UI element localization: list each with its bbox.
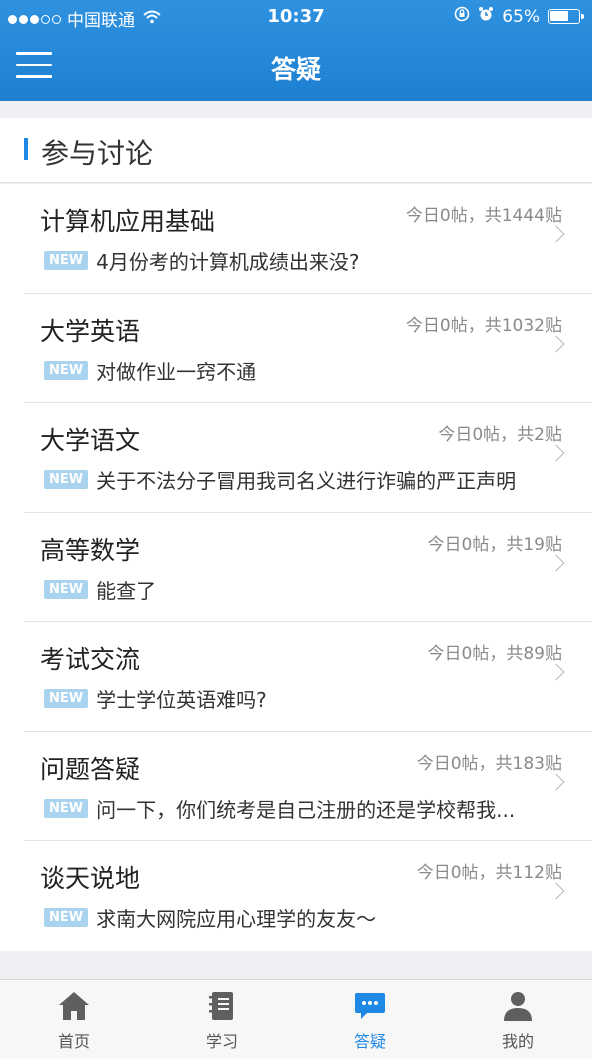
latest-post-title: 求南大网院应用心理学的友友～ bbox=[96, 907, 377, 931]
person-icon bbox=[501, 990, 535, 1022]
latest-post: NEW 学士学位英语难吗? bbox=[44, 684, 564, 713]
forum-list: 计算机应用基础 今日0帖，共1444贴 NEW 4月份考的计算机成绩出来没? 大… bbox=[0, 184, 592, 951]
tab-notebook[interactable]: 学习 bbox=[148, 980, 296, 1059]
new-badge: NEW bbox=[44, 579, 89, 599]
alarm-icon bbox=[478, 6, 494, 27]
chevron-right-icon bbox=[547, 444, 565, 462]
forum-list-item[interactable]: 问题答疑 今日0帖，共183贴 NEW 问一下，你们统考是自己注册的还是学校帮我… bbox=[24, 732, 592, 841]
section-accent-bar bbox=[24, 138, 28, 160]
section-header: 参与讨论 bbox=[0, 118, 592, 183]
forum-post-stats: 今日0帖，共1032贴 bbox=[405, 315, 562, 336]
latest-post-title: 学士学位英语难吗? bbox=[96, 688, 267, 712]
forum-name: 问题答疑 bbox=[40, 754, 141, 784]
tab-label: 首页 bbox=[57, 1032, 90, 1051]
forum-name: 高等数学 bbox=[40, 535, 141, 565]
forum-post-stats: 今日0帖，共19贴 bbox=[427, 534, 562, 555]
bottom-tab-bar: 首页 学习 答疑 我的 bbox=[0, 979, 592, 1059]
new-badge: NEW bbox=[44, 251, 89, 270]
chevron-right-icon bbox=[547, 554, 565, 571]
forum-list-item[interactable]: 考试交流 今日0帖，共89贴 NEW 学士学位英语难吗? bbox=[24, 622, 592, 732]
latest-post-title: 对做作业一窍不通 bbox=[96, 359, 257, 384]
battery-icon bbox=[548, 9, 584, 24]
latest-post-title: 问一下，你们统考是自己注册的还是学校帮我... bbox=[96, 797, 516, 822]
latest-post-title: 能查了 bbox=[96, 578, 157, 603]
forum-post-stats: 今日0帖，共112贴 bbox=[416, 863, 562, 883]
latest-post: NEW 能查了 bbox=[44, 575, 564, 604]
tab-home[interactable]: 首页 bbox=[0, 980, 148, 1059]
new-badge: NEW bbox=[44, 360, 89, 380]
new-badge: NEW bbox=[44, 908, 89, 927]
home-icon bbox=[57, 990, 91, 1022]
latest-post: NEW 对做作业一窍不通 bbox=[44, 356, 564, 385]
chevron-right-icon bbox=[547, 225, 565, 243]
chevron-right-icon bbox=[547, 663, 565, 681]
chevron-right-icon bbox=[547, 335, 565, 352]
forum-name: 考试交流 bbox=[40, 645, 141, 674]
page-title: 答疑 bbox=[270, 55, 321, 84]
latest-post: NEW 4月份考的计算机成绩出来没? bbox=[44, 246, 564, 275]
latest-post-title: 4月份考的计算机成绩出来没? bbox=[96, 250, 360, 274]
rotation-lock-icon bbox=[454, 6, 470, 27]
forum-name: 计算机应用基础 bbox=[40, 207, 216, 236]
battery-percent: 65% bbox=[502, 6, 540, 27]
chevron-right-icon bbox=[547, 773, 565, 790]
new-badge: NEW bbox=[44, 798, 89, 818]
latest-post: NEW 问一下，你们统考是自己注册的还是学校帮我... bbox=[44, 794, 564, 823]
status-bar: 中国联通 10:37 65% bbox=[0, 0, 592, 34]
forum-post-stats: 今日0帖，共1444贴 bbox=[405, 206, 562, 226]
forum-post-stats: 今日0帖，共2贴 bbox=[438, 425, 562, 445]
latest-post: NEW 关于不法分子冒用我司名义进行诈骗的严正声明 bbox=[44, 465, 564, 494]
tab-label: 学习 bbox=[205, 1032, 238, 1051]
section-title: 参与讨论 bbox=[41, 137, 154, 170]
forum-name: 谈天说地 bbox=[40, 864, 141, 893]
tab-label: 答疑 bbox=[353, 1032, 386, 1051]
forum-post-stats: 今日0帖，共183贴 bbox=[416, 753, 562, 774]
forum-list-item[interactable]: 大学语文 今日0帖，共2贴 NEW 关于不法分子冒用我司名义进行诈骗的严正声明 bbox=[24, 403, 592, 513]
tab-chat-bubble[interactable]: 答疑 bbox=[296, 980, 444, 1059]
chevron-right-icon bbox=[547, 882, 565, 900]
new-badge: NEW bbox=[44, 470, 89, 489]
forum-list-item[interactable]: 谈天说地 今日0帖，共112贴 NEW 求南大网院应用心理学的友友～ bbox=[24, 841, 592, 951]
forum-list-item[interactable]: 大学英语 今日0帖，共1032贴 NEW 对做作业一窍不通 bbox=[24, 294, 592, 403]
forum-list-item[interactable]: 高等数学 今日0帖，共19贴 NEW 能查了 bbox=[24, 513, 592, 622]
tab-label: 我的 bbox=[501, 1032, 534, 1051]
notebook-icon bbox=[205, 990, 239, 1022]
forum-post-stats: 今日0帖，共89贴 bbox=[427, 644, 562, 664]
latest-post: NEW 求南大网院应用心理学的友友～ bbox=[44, 903, 564, 932]
forum-name: 大学语文 bbox=[40, 426, 141, 455]
app-header: 中国联通 10:37 65% 答疑 bbox=[0, 0, 592, 101]
tab-person[interactable]: 我的 bbox=[444, 980, 592, 1059]
chat-bubble-icon bbox=[353, 990, 387, 1022]
forum-name: 大学英语 bbox=[40, 316, 141, 346]
latest-post-title: 关于不法分子冒用我司名义进行诈骗的严正声明 bbox=[96, 469, 517, 493]
new-badge: NEW bbox=[44, 689, 89, 708]
forum-list-item[interactable]: 计算机应用基础 今日0帖，共1444贴 NEW 4月份考的计算机成绩出来没? bbox=[24, 184, 592, 294]
